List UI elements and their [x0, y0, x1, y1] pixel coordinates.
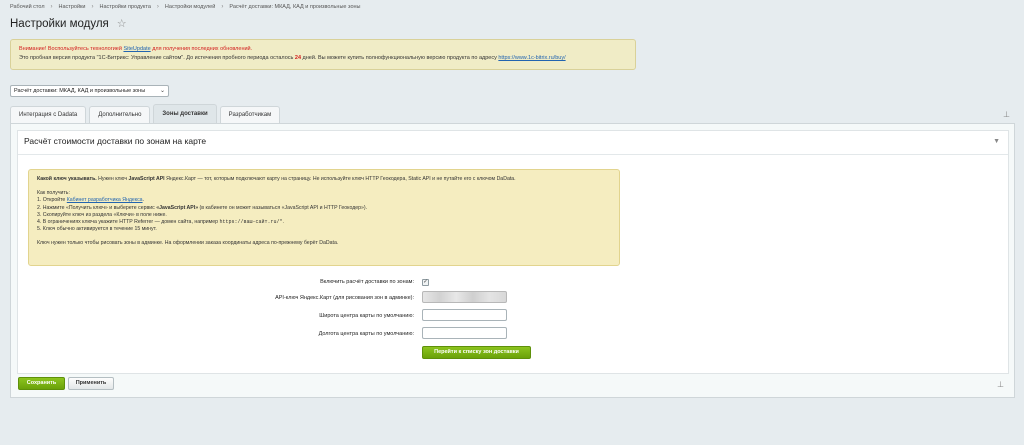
help-step-1: 1. Откройте Кабинет разработчика Яндекса… [37, 197, 611, 204]
section-divider [18, 154, 1008, 155]
help-text: Нужен ключ [96, 176, 129, 182]
longitude-label: Долгота центра карты по умолчанию: [318, 331, 414, 337]
help-text: 2. Нажмите «Получить ключ» и выберете се… [37, 204, 157, 211]
breadcrumb: Рабочий стол › Настройки › Настройки про… [10, 4, 361, 10]
page-title: Настройки модуля [10, 17, 109, 30]
pin-icon[interactable]: ⊥ [1003, 110, 1010, 119]
tab-panel: Расчёт стоимости доставки по зонам на ка… [10, 123, 1015, 398]
help-text: . [282, 219, 284, 226]
buy-link[interactable]: https://www.1c-bitrix.ru/buy/ [498, 55, 565, 61]
api-key-input[interactable] [422, 291, 507, 303]
help-bold: «JavaScript API» [156, 204, 199, 211]
notice-warning-text: Внимание! Воспользуйтесь технологией [19, 46, 124, 52]
collapse-icon[interactable]: ▼ [993, 138, 1000, 145]
help-footer: Ключ нужен только чтобы рисовать зоны в … [37, 240, 339, 247]
breadcrumb-item: Расчёт доставки: МКАД, КАД и произвольны… [229, 4, 361, 10]
help-text: Яндекс.Карт — тот, которым подключают ка… [164, 176, 516, 182]
section-title: Расчёт стоимости доставки по зонам на ка… [24, 136, 207, 146]
longitude-input[interactable] [422, 327, 507, 339]
page-header: Настройки модуля ☆ [10, 17, 127, 31]
notice-trial-text: Это пробная версия продукта "1С-Битрикс:… [19, 55, 295, 61]
help-step-3: 3. Скопируйте ключ из раздела «Ключи» в … [37, 211, 167, 218]
module-select-value: Расчёт доставки: МКАД, КАД и произвольны… [14, 88, 146, 94]
breadcrumb-separator-icon: › [91, 4, 94, 10]
help-box: Какой ключ указывать. Нужен ключ JavaScr… [28, 169, 620, 266]
siteupdate-link[interactable]: SiteUpdate [123, 46, 150, 52]
enable-zones-label: Включить расчёт доставки по зонам: [320, 279, 414, 285]
help-text: 4. В ограничениях ключа укажите HTTP Ref… [37, 219, 220, 226]
help-code: https://ваш-сайт.ru/* [219, 219, 283, 226]
breadcrumb-separator-icon: › [221, 4, 224, 10]
api-key-label: API-ключ Яндекс.Карт (для рисования зон … [275, 295, 414, 301]
module-select[interactable]: Расчёт доставки: МКАД, КАД и произвольны… [10, 85, 169, 97]
yandex-developer-link[interactable]: Кабинет разработчика Яндекса [67, 197, 143, 203]
tab-developers[interactable]: Разработчикам [219, 106, 281, 123]
breadcrumb-item[interactable]: Настройки модулей [165, 4, 215, 10]
notice-line-2: Это пробная версия продукта "1С-Битрикс:… [19, 54, 627, 63]
breadcrumb-item[interactable]: Настройки продукта [100, 4, 151, 10]
tab-bar: Интеграция с Dadata Дополнительно Зоны д… [10, 104, 281, 123]
trial-notice: Внимание! Воспользуйтесь технологией Sit… [10, 39, 636, 70]
latitude-input[interactable] [422, 309, 507, 321]
breadcrumb-item[interactable]: Рабочий стол [10, 4, 45, 10]
chevron-down-icon: ⌄ [159, 88, 165, 94]
settings-section: Расчёт стоимости доставки по зонам на ка… [17, 130, 1009, 374]
pin-bottom-icon[interactable]: ⊥ [997, 380, 1004, 389]
latitude-label: Широта центра карты по умолчанию: [319, 313, 414, 319]
save-button[interactable]: Сохранить [18, 377, 65, 390]
breadcrumb-item[interactable]: Настройки [59, 4, 86, 10]
tab-delivery-zones[interactable]: Зоны доставки [153, 104, 217, 123]
help-step-5: 5. Ключ обычно активируется в течение 15… [37, 226, 157, 233]
star-icon[interactable]: ☆ [117, 17, 127, 30]
help-bold-title: Какой ключ указывать. [37, 176, 97, 182]
help-text: (в кабинете он может называться «JavaScr… [198, 204, 368, 211]
enable-zones-checkbox[interactable]: ✓ [422, 279, 429, 286]
goto-zones-button[interactable]: Перейти к списку зон доставки [422, 346, 531, 359]
help-text: 1. Откройте [37, 197, 67, 204]
help-step-4: 4. В ограничениях ключа укажите HTTP Ref… [37, 219, 611, 226]
help-text: . [142, 197, 145, 204]
tab-additional[interactable]: Дополнительно [89, 106, 151, 123]
help-intro: Какой ключ указывать. Нужен ключ JavaScr… [37, 176, 611, 183]
tab-dadata-integration[interactable]: Интеграция с Dadata [10, 106, 87, 123]
apply-button[interactable]: Применить [68, 377, 114, 390]
breadcrumb-separator-icon: › [156, 4, 159, 10]
notice-warning-tail: для получения последних обновлений. [150, 46, 253, 52]
breadcrumb-separator-icon: › [50, 4, 53, 10]
notice-trial-text-2: дней. Вы можете купить полнофункциональн… [301, 55, 499, 61]
help-step-2: 2. Нажмите «Получить ключ» и выберете се… [37, 205, 611, 212]
help-bold-api: JavaScript API [128, 176, 165, 182]
notice-line-1: Внимание! Воспользуйтесь технологией Sit… [19, 45, 627, 54]
